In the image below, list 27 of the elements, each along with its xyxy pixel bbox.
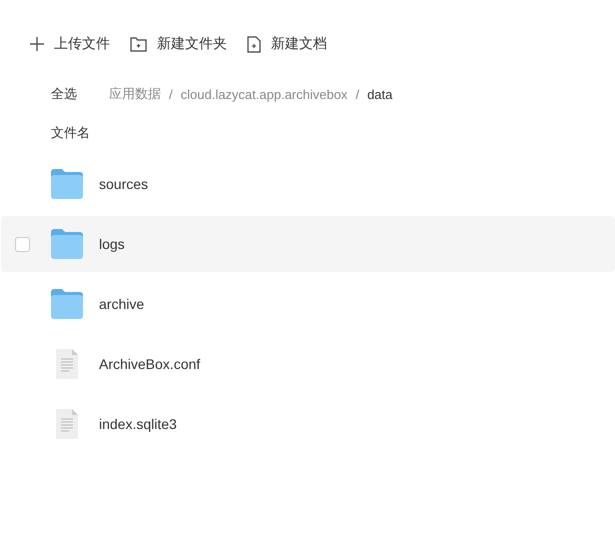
folder-icon: [51, 169, 83, 199]
file-name: ArchiveBox.conf: [99, 356, 200, 372]
toolbar-button[interactable]: 新建文档: [241, 33, 333, 55]
file-row[interactable]: archive: [1, 276, 615, 332]
file-name: logs: [99, 236, 125, 252]
breadcrumb-separator: /: [356, 86, 360, 102]
folder-icon: [51, 229, 83, 259]
breadcrumb-link[interactable]: 应用数据: [109, 85, 161, 103]
select-all-button[interactable]: 全选: [51, 85, 77, 103]
breadcrumb-separator: /: [169, 86, 173, 102]
file-name: archive: [99, 296, 144, 312]
toolbar-button[interactable]: 新建文件夹: [124, 33, 233, 55]
plus-icon: [30, 37, 44, 51]
file-name: index.sqlite3: [99, 416, 177, 432]
file-row[interactable]: logs: [1, 216, 615, 272]
column-header: 文件名: [50, 124, 91, 142]
checkbox[interactable]: [15, 236, 30, 252]
folder-plus-icon: [130, 36, 147, 52]
file-row[interactable]: sources: [1, 156, 615, 212]
toolbar-button[interactable]: 上传文件: [24, 33, 116, 55]
breadcrumb-link[interactable]: cloud.lazycat.app.archivebox: [180, 86, 348, 102]
file-row[interactable]: ArchiveBox.conf: [1, 336, 615, 392]
file-name: sources: [99, 176, 148, 192]
folder-icon: [51, 289, 83, 319]
file-row[interactable]: index.sqlite3: [1, 396, 615, 452]
document-plus-icon: [247, 36, 261, 52]
breadcrumb-link[interactable]: data: [367, 86, 392, 102]
